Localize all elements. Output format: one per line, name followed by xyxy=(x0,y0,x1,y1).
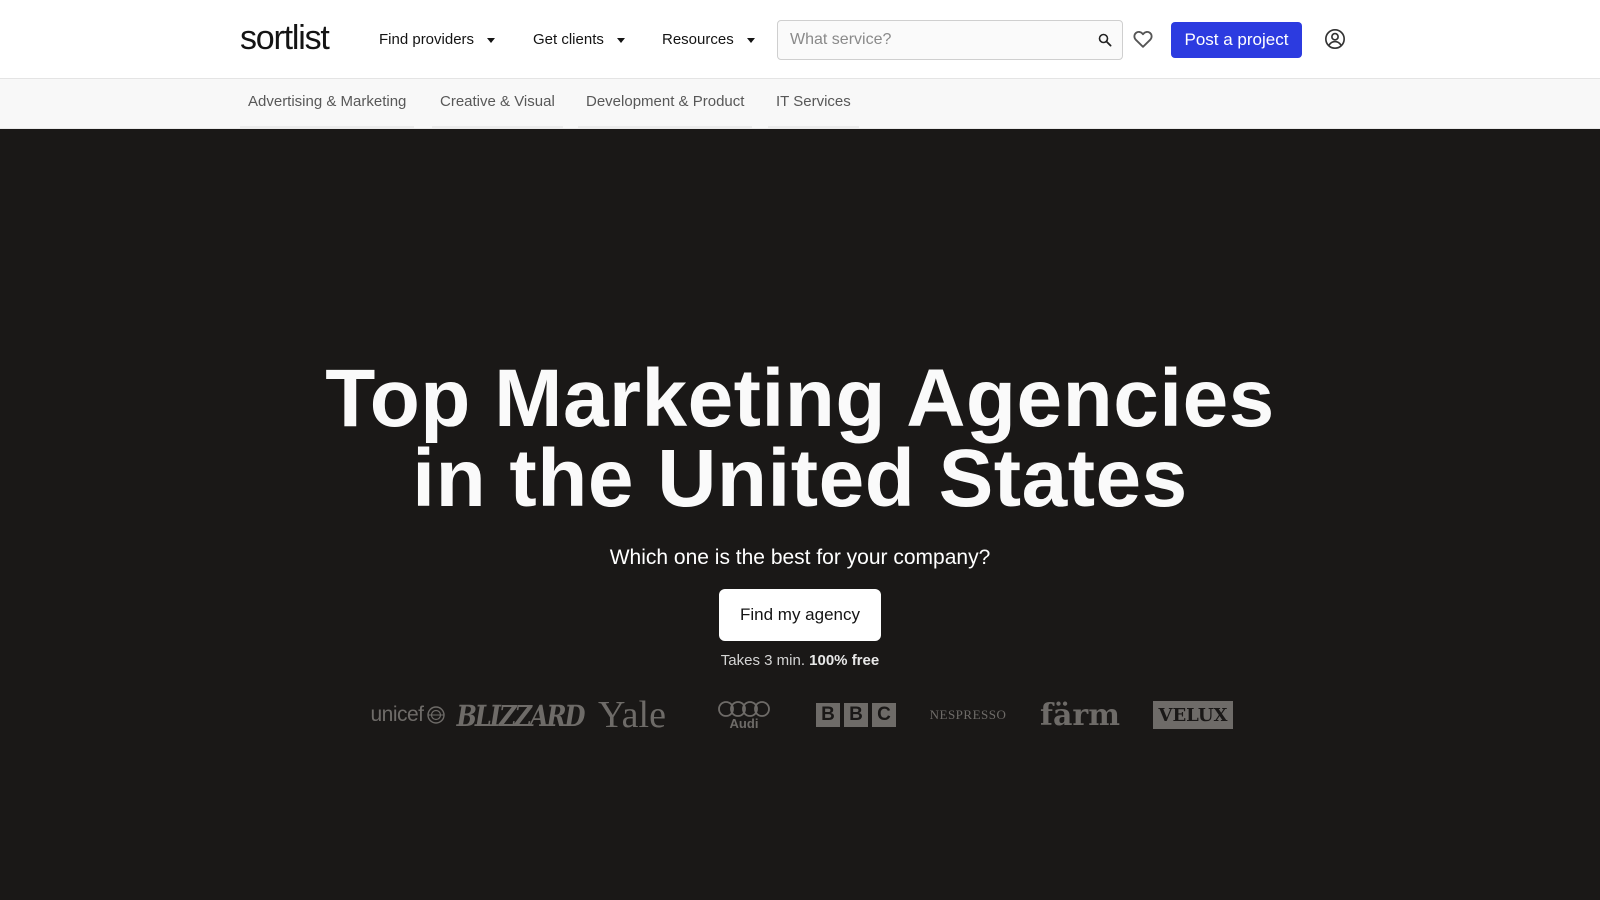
nespresso-logo: NESPRESSO xyxy=(929,707,1007,722)
nav-find-providers[interactable]: Find providers xyxy=(379,28,496,50)
unicef-logo: unicef xyxy=(366,695,450,735)
bbc-letter: B xyxy=(844,703,868,727)
unicef-emblem-icon xyxy=(426,706,445,724)
search-icon[interactable] xyxy=(1098,33,1112,47)
nav-resources-label: Resources xyxy=(662,30,734,48)
velux-logo: VELUX xyxy=(1153,695,1233,735)
chevron-down-icon xyxy=(616,37,625,43)
nav-get-clients-label: Get clients xyxy=(533,30,604,48)
service-search xyxy=(777,20,1123,60)
hero-section: Top Marketing Agencies in the United Sta… xyxy=(0,129,1600,900)
nav-get-clients[interactable]: Get clients xyxy=(533,28,625,50)
velux-logo-text: VELUX xyxy=(1153,701,1233,729)
category-bar: Advertising & Marketing Creative & Visua… xyxy=(0,79,1600,129)
free-text: 100% free xyxy=(809,652,880,669)
hero-subtitle: Which one is the best for your company? xyxy=(609,546,991,569)
page-title-line-2: in the United States xyxy=(412,433,1188,524)
post-project-button[interactable]: Post a project xyxy=(1171,22,1302,58)
category-it-services[interactable]: IT Services xyxy=(768,79,859,129)
sortlist-logo[interactable]: sortlist xyxy=(240,18,330,58)
category-development-product[interactable]: Development & Product xyxy=(578,79,753,129)
yale-logo: Yale xyxy=(598,694,666,736)
audi-logo-text: Audi xyxy=(729,715,759,731)
heart-icon[interactable] xyxy=(1132,28,1154,50)
find-my-agency-button[interactable]: Find my agency xyxy=(719,589,881,641)
bbc-letter: C xyxy=(872,703,896,727)
client-logos: unicef BLIZZARD Yale Audi B B C NESPRESS… xyxy=(0,694,1600,736)
nav-resources[interactable]: Resources xyxy=(662,28,755,50)
chevron-down-icon xyxy=(746,37,755,43)
nav-find-providers-label: Find providers xyxy=(379,30,475,48)
category-advertising-marketing[interactable]: Advertising & Marketing xyxy=(240,79,415,129)
user-icon[interactable] xyxy=(1324,28,1346,50)
bbc-logo: B B C xyxy=(815,695,897,735)
bbc-letter: B xyxy=(816,703,840,727)
service-search-input[interactable] xyxy=(778,21,1088,59)
farm-logo: färm xyxy=(1040,697,1120,733)
takes-note: Takes 3 min. 100% free xyxy=(0,652,1600,669)
page-title-line-1: Top Marketing Agencies xyxy=(325,353,1275,444)
page-title: Top Marketing Agencies in the United Sta… xyxy=(0,353,1600,524)
audi-logo: Audi xyxy=(714,695,774,735)
top-header: sortlist Find providers Get clients Reso… xyxy=(0,0,1600,79)
takes-time-text: Takes 3 min. xyxy=(720,652,805,669)
blizzard-logo: BLIZZARD xyxy=(456,697,586,733)
unicef-logo-text: unicef xyxy=(370,703,424,726)
category-creative-visual[interactable]: Creative & Visual xyxy=(432,79,563,129)
chevron-down-icon xyxy=(487,37,496,43)
